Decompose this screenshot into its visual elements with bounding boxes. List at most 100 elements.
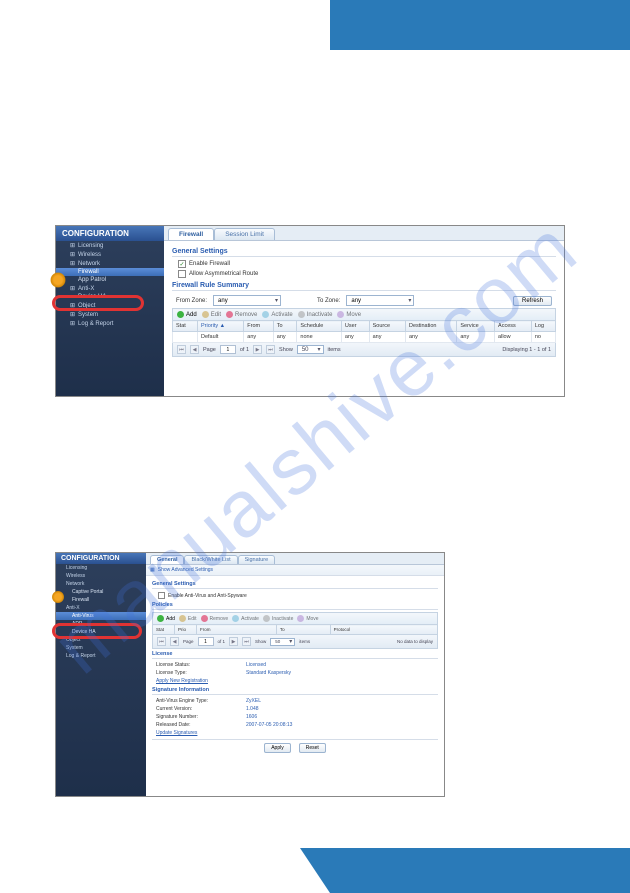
edit-button[interactable]: Edit — [202, 311, 221, 318]
activate-button[interactable]: Activate — [232, 615, 259, 622]
pager-next[interactable]: ▶ — [229, 637, 238, 646]
from-zone-select[interactable]: any — [213, 295, 281, 306]
sidebar-item-deviceha[interactable]: Device HA — [56, 293, 164, 301]
sidebar-item-firewall[interactable]: Firewall — [56, 268, 164, 276]
sidebar-item-antix[interactable]: ⊞Anti-X — [56, 284, 164, 293]
enable-av-checkbox[interactable] — [158, 592, 165, 599]
sidebar-item-wireless[interactable]: ⊞Wireless — [56, 250, 164, 259]
col-user[interactable]: User — [341, 321, 369, 332]
cell-user: any — [341, 332, 369, 343]
sidebar-item-antivirus[interactable]: Anti-Virus — [56, 612, 146, 620]
sidebar-item-licensing[interactable]: ⊞Licensing — [56, 241, 164, 250]
edit-label: Edit — [211, 312, 221, 318]
enable-firewall-checkbox[interactable]: ✓ — [178, 260, 186, 268]
sidebar-item-licensing[interactable]: Licensing — [56, 564, 146, 572]
col-stat[interactable]: Stat — [153, 625, 175, 635]
col-destination[interactable]: Destination — [405, 321, 456, 332]
pager-first[interactable]: ⏮ — [177, 345, 186, 354]
pager-prev[interactable]: ◀ — [170, 637, 179, 646]
plus-icon: ⊞ — [70, 320, 75, 327]
col-protocol[interactable]: Protocol — [330, 625, 437, 635]
pager-of: of 1 — [218, 639, 226, 644]
apply-button[interactable]: Apply — [264, 743, 291, 753]
edit-button[interactable]: Edit — [179, 615, 197, 622]
add-button[interactable]: Add — [157, 615, 175, 622]
sidebar-item-firewall[interactable]: Firewall — [56, 596, 146, 604]
col-priority[interactable]: Priority ▲ — [197, 321, 243, 332]
pager-next[interactable]: ▶ — [253, 345, 262, 354]
sidebar-item-adp[interactable]: ADP — [56, 620, 146, 628]
sidebar-item-object[interactable]: Object — [56, 636, 146, 644]
sidebar-item-network[interactable]: ⊞Network — [56, 259, 164, 268]
activate-button[interactable]: Activate — [262, 311, 292, 318]
tab-black-white-list[interactable]: Black/White List — [184, 555, 237, 564]
tab-signature[interactable]: Signature — [238, 555, 276, 564]
sidebar-item-deviceha[interactable]: Device HA — [56, 628, 146, 636]
sidebar-item-logreport[interactable]: Log & Report — [56, 652, 146, 660]
col-to[interactable]: To — [276, 625, 330, 635]
section-license: License — [152, 651, 438, 659]
pager-page-input[interactable] — [198, 637, 214, 646]
show-advanced-bar[interactable]: ▦ Show Advanced Settings — [146, 565, 444, 576]
inactivate-button[interactable]: Inactivate — [298, 311, 333, 318]
pager-first[interactable]: ⏮ — [157, 637, 166, 646]
reset-button[interactable]: Reset — [299, 743, 326, 753]
pager-page-input[interactable] — [220, 345, 236, 354]
tab-firewall[interactable]: Firewall — [168, 228, 214, 240]
pager-last[interactable]: ⏭ — [266, 345, 275, 354]
sidebar-item-antix[interactable]: Anti-X — [56, 604, 146, 612]
pager-show-select[interactable]: 50 — [270, 638, 295, 646]
add-button[interactable]: Add — [177, 311, 197, 318]
engine-type-label: Anti-Virus Engine Type: — [156, 698, 246, 704]
sidebar-item-apppatrol[interactable]: App Patrol — [56, 276, 164, 284]
current-version-value: 1.048 — [246, 706, 259, 712]
pager-prev[interactable]: ◀ — [190, 345, 199, 354]
col-access[interactable]: Access — [495, 321, 532, 332]
cell-destination: any — [405, 332, 456, 343]
remove-button[interactable]: Remove — [226, 311, 257, 318]
tab-session-limit[interactable]: Session Limit — [214, 228, 275, 240]
apply-registration-link[interactable]: Apply New Registration — [156, 678, 208, 684]
sidebar-item-wireless[interactable]: Wireless — [56, 572, 146, 580]
refresh-button[interactable]: Refresh — [513, 296, 552, 306]
sidebar-item-label: Anti-X — [66, 605, 80, 611]
add-icon — [157, 615, 164, 622]
sidebar-item-system[interactable]: System — [56, 644, 146, 652]
sidebar-title: CONFIGURATION — [56, 226, 164, 241]
to-zone-select[interactable]: any — [346, 295, 414, 306]
page-top-banner — [0, 0, 630, 50]
sidebar-item-captive-portal[interactable]: Captive Portal — [56, 588, 146, 596]
sidebar-item-label: Anti-Virus — [72, 613, 94, 619]
zone-filter-row: From Zone: any To Zone: any Refresh — [172, 293, 556, 308]
edit-icon — [202, 311, 209, 318]
col-to[interactable]: To — [273, 321, 297, 332]
col-schedule[interactable]: Schedule — [297, 321, 342, 332]
tab-general[interactable]: General — [150, 555, 184, 564]
edit-label: Edit — [188, 616, 197, 622]
inactivate-button[interactable]: Inactivate — [263, 615, 293, 622]
enable-firewall-row: ✓ Enable Firewall — [172, 259, 556, 269]
grid-toolbar: Add Edit Remove Activate Inactivate Move — [152, 612, 438, 624]
tab-bar: General Black/White List Signature — [146, 553, 444, 565]
pager-show-select[interactable]: 50 — [297, 345, 324, 354]
move-button[interactable]: Move — [337, 311, 361, 318]
table-row[interactable]: Default any any none any any any any all… — [173, 332, 556, 343]
sidebar-item-logreport[interactable]: ⊞Log & Report — [56, 319, 164, 328]
sidebar-item-object[interactable]: ⊞Object — [56, 301, 164, 310]
pager-last[interactable]: ⏭ — [242, 637, 251, 646]
col-prio[interactable]: Prio — [175, 625, 197, 635]
col-from[interactable]: From — [244, 321, 274, 332]
col-from[interactable]: From — [197, 625, 277, 635]
col-source[interactable]: Source — [369, 321, 405, 332]
asym-route-checkbox[interactable] — [178, 270, 186, 278]
sidebar-item-system[interactable]: ⊞System — [56, 310, 164, 319]
license-type-label: License Type: — [156, 670, 246, 676]
col-log[interactable]: Log — [531, 321, 555, 332]
move-button[interactable]: Move — [297, 615, 318, 622]
col-stat[interactable]: Stat — [173, 321, 198, 332]
col-priority-label: Priority — [201, 323, 218, 329]
col-service[interactable]: Service — [457, 321, 495, 332]
update-signatures-link[interactable]: Update Signatures — [156, 730, 197, 736]
sidebar-item-network[interactable]: Network — [56, 580, 146, 588]
remove-button[interactable]: Remove — [201, 615, 229, 622]
